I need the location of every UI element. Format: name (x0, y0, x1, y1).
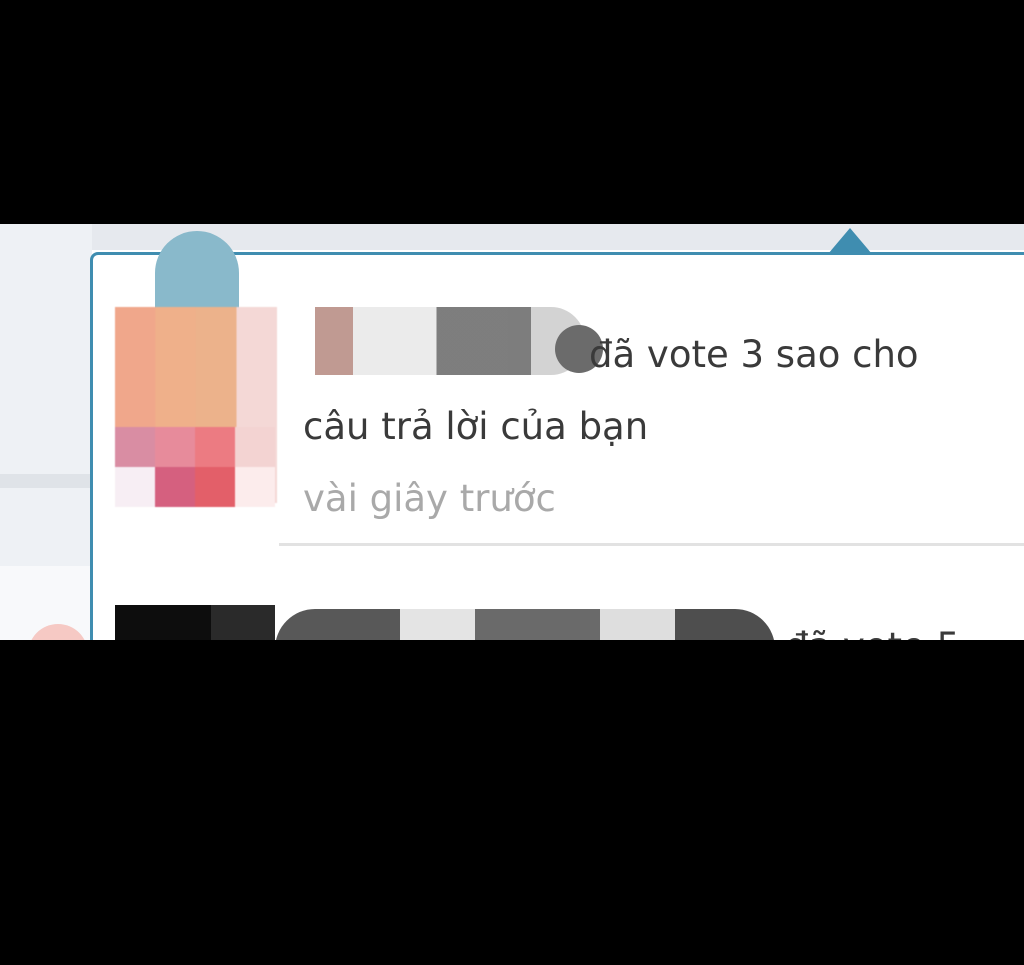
avatar-redacted (115, 605, 275, 640)
background-divider (0, 474, 92, 488)
notifications-dropdown: đã vote 3 sao cho câu trả lời của bạn và… (90, 231, 1024, 640)
letterbox-top (0, 0, 1024, 224)
avatar-redacted-top (155, 231, 239, 311)
screenshot-viewport: đã vote 3 sao cho câu trả lời của bạn và… (0, 224, 1024, 640)
dropdown-caret-icon (828, 228, 872, 254)
header-strip (92, 224, 1024, 250)
notification-item[interactable]: đã vote 3 sao cho câu trả lời của bạn và… (93, 231, 1024, 547)
background-page (0, 224, 92, 640)
notification-action: đã vote 3 sao cho (589, 333, 919, 376)
username-redacted (315, 307, 603, 375)
letterbox-bottom (0, 640, 1024, 965)
notification-action: đã vote 5 (785, 625, 960, 640)
avatar-redacted (115, 307, 277, 507)
notification-item[interactable]: đã vote 5 (93, 547, 1024, 640)
notification-action-continued: câu trả lời của bạn (303, 405, 649, 448)
username-redacted (275, 609, 775, 640)
notification-separator (279, 543, 1024, 546)
notification-timestamp: vài giây trước (303, 477, 556, 520)
